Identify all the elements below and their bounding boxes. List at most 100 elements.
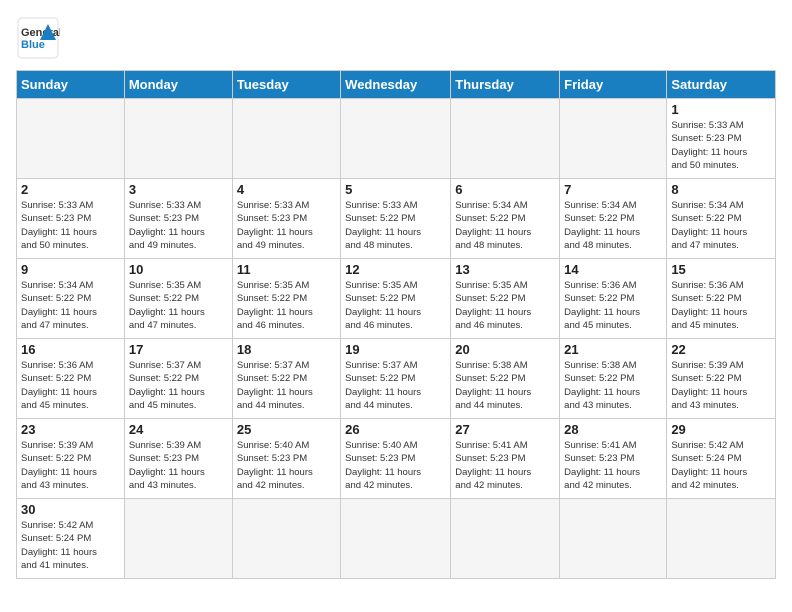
day-info: Sunrise: 5:35 AM Sunset: 5:22 PM Dayligh… [455,279,555,332]
calendar-cell [232,99,340,179]
weekday-header-monday: Monday [124,71,232,99]
day-info: Sunrise: 5:39 AM Sunset: 5:22 PM Dayligh… [671,359,771,412]
day-number: 1 [671,102,771,117]
day-info: Sunrise: 5:38 AM Sunset: 5:22 PM Dayligh… [564,359,662,412]
day-info: Sunrise: 5:38 AM Sunset: 5:22 PM Dayligh… [455,359,555,412]
day-number: 3 [129,182,228,197]
calendar-cell: 13 Sunrise: 5:35 AM Sunset: 5:22 PM Dayli… [451,259,560,339]
day-info: Sunrise: 5:39 AM Sunset: 5:22 PM Dayligh… [21,439,120,492]
calendar-cell [124,499,232,579]
day-number: 11 [237,262,336,277]
calendar-cell: 16Sunrise: 5:36 AM Sunset: 5:22 PM Dayli… [17,339,125,419]
day-number: 21 [564,342,662,357]
day-info: Sunrise: 5:40 AM Sunset: 5:23 PM Dayligh… [237,439,336,492]
calendar-cell: 7 Sunrise: 5:34 AM Sunset: 5:22 PM Daylig… [560,179,667,259]
day-number: 18 [237,342,336,357]
day-number: 12 [345,262,446,277]
calendar-cell [232,499,340,579]
day-info: Sunrise: 5:36 AM Sunset: 5:22 PM Dayligh… [564,279,662,332]
day-info: Sunrise: 5:33 AM Sunset: 5:23 PM Dayligh… [21,199,120,252]
logo: General Blue [16,16,64,60]
day-info: Sunrise: 5:40 AM Sunset: 5:23 PM Dayligh… [345,439,446,492]
day-info: Sunrise: 5:34 AM Sunset: 5:22 PM Dayligh… [671,199,771,252]
weekday-header: SundayMondayTuesdayWednesdayThursdayFrid… [17,71,776,99]
day-number: 19 [345,342,446,357]
weekday-header-friday: Friday [560,71,667,99]
day-info: Sunrise: 5:34 AM Sunset: 5:22 PM Dayligh… [21,279,120,332]
day-number: 25 [237,422,336,437]
day-number: 13 [455,262,555,277]
calendar-cell: 1Sunrise: 5:33 AM Sunset: 5:23 PM Daylig… [667,99,776,179]
logo-icon: General Blue [16,16,60,60]
day-number: 4 [237,182,336,197]
calendar-cell [341,499,451,579]
calendar-week-4: 23Sunrise: 5:39 AM Sunset: 5:22 PM Dayli… [17,419,776,499]
day-info: Sunrise: 5:37 AM Sunset: 5:22 PM Dayligh… [345,359,446,412]
calendar-cell [667,499,776,579]
day-info: Sunrise: 5:41 AM Sunset: 5:23 PM Dayligh… [455,439,555,492]
calendar-cell: 3Sunrise: 5:33 AM Sunset: 5:23 PM Daylig… [124,179,232,259]
calendar-body: 1 Sunrise: 5:33 AM Sunset: 5:23 PM Daylig… [17,99,776,579]
calendar-cell: 14 Sunrise: 5:36 AM Sunset: 5:22 PM Dayli… [560,259,667,339]
day-info: Sunrise: 5:37 AM Sunset: 5:22 PM Dayligh… [129,359,228,412]
calendar-cell: 21 Sunrise: 5:38 AM Sunset: 5:22 PM Dayli… [560,339,667,419]
day-number: 22 [671,342,771,357]
day-info: Sunrise: 5:35 AM Sunset: 5:22 PM Dayligh… [345,279,446,332]
day-number: 26 [345,422,446,437]
day-number: 6 [455,182,555,197]
weekday-header-tuesday: Tuesday [232,71,340,99]
day-info: Sunrise: 5:36 AM Sunset: 5:22 PM Dayligh… [21,359,120,412]
day-number: 28 [564,422,662,437]
calendar-cell: 20 Sunrise: 5:38 AM Sunset: 5:22 PM Dayli… [451,339,560,419]
calendar-cell [451,499,560,579]
calendar-cell: 12 Sunrise: 5:35 AM Sunset: 5:22 PM Dayli… [341,259,451,339]
day-number: 17 [129,342,228,357]
day-number: 29 [671,422,771,437]
day-info: Sunrise: 5:35 AM Sunset: 5:22 PM Dayligh… [129,279,228,332]
svg-text:Blue: Blue [21,39,45,51]
calendar-cell: 24 Sunrise: 5:39 AM Sunset: 5:23 PM Dayli… [124,419,232,499]
day-number: 30 [21,502,120,517]
day-number: 24 [129,422,228,437]
calendar-cell [451,99,560,179]
day-number: 27 [455,422,555,437]
calendar-cell [560,499,667,579]
calendar-cell: 4Sunrise: 5:33 AM Sunset: 5:23 PM Daylig… [232,179,340,259]
calendar-cell: 5 Sunrise: 5:33 AM Sunset: 5:22 PM Daylig… [341,179,451,259]
calendar-cell [124,99,232,179]
calendar-cell: 29Sunrise: 5:42 AM Sunset: 5:24 PM Dayli… [667,419,776,499]
day-number: 7 [564,182,662,197]
weekday-header-saturday: Saturday [667,71,776,99]
weekday-header-sunday: Sunday [17,71,125,99]
day-info: Sunrise: 5:34 AM Sunset: 5:22 PM Dayligh… [564,199,662,252]
calendar-cell: 15 Sunrise: 5:36 AM Sunset: 5:22 PM Dayli… [667,259,776,339]
day-number: 14 [564,262,662,277]
day-number: 20 [455,342,555,357]
calendar-cell [341,99,451,179]
day-info: Sunrise: 5:34 AM Sunset: 5:22 PM Dayligh… [455,199,555,252]
day-info: Sunrise: 5:41 AM Sunset: 5:23 PM Dayligh… [564,439,662,492]
day-number: 9 [21,262,120,277]
day-info: Sunrise: 5:33 AM Sunset: 5:22 PM Dayligh… [345,199,446,252]
calendar-cell: 11Sunrise: 5:35 AM Sunset: 5:22 PM Dayli… [232,259,340,339]
calendar-table: SundayMondayTuesdayWednesdayThursdayFrid… [16,70,776,579]
day-info: Sunrise: 5:36 AM Sunset: 5:22 PM Dayligh… [671,279,771,332]
calendar-cell: 18Sunrise: 5:37 AM Sunset: 5:22 PM Dayli… [232,339,340,419]
calendar-cell: 19 Sunrise: 5:37 AM Sunset: 5:22 PM Dayli… [341,339,451,419]
day-number: 5 [345,182,446,197]
weekday-header-thursday: Thursday [451,71,560,99]
day-number: 15 [671,262,771,277]
calendar-cell: 17 Sunrise: 5:37 AM Sunset: 5:22 PM Dayli… [124,339,232,419]
calendar-cell: 10 Sunrise: 5:35 AM Sunset: 5:22 PM Dayli… [124,259,232,339]
calendar-cell: 2 Sunrise: 5:33 AM Sunset: 5:23 PM Daylig… [17,179,125,259]
calendar-week-3: 16Sunrise: 5:36 AM Sunset: 5:22 PM Dayli… [17,339,776,419]
day-number: 2 [21,182,120,197]
day-info: Sunrise: 5:39 AM Sunset: 5:23 PM Dayligh… [129,439,228,492]
calendar-cell [17,99,125,179]
calendar-cell: 6 Sunrise: 5:34 AM Sunset: 5:22 PM Daylig… [451,179,560,259]
calendar-cell [560,99,667,179]
calendar-cell: 9 Sunrise: 5:34 AM Sunset: 5:22 PM Daylig… [17,259,125,339]
calendar-cell: 25 Sunrise: 5:40 AM Sunset: 5:23 PM Dayli… [232,419,340,499]
weekday-header-wednesday: Wednesday [341,71,451,99]
day-number: 10 [129,262,228,277]
